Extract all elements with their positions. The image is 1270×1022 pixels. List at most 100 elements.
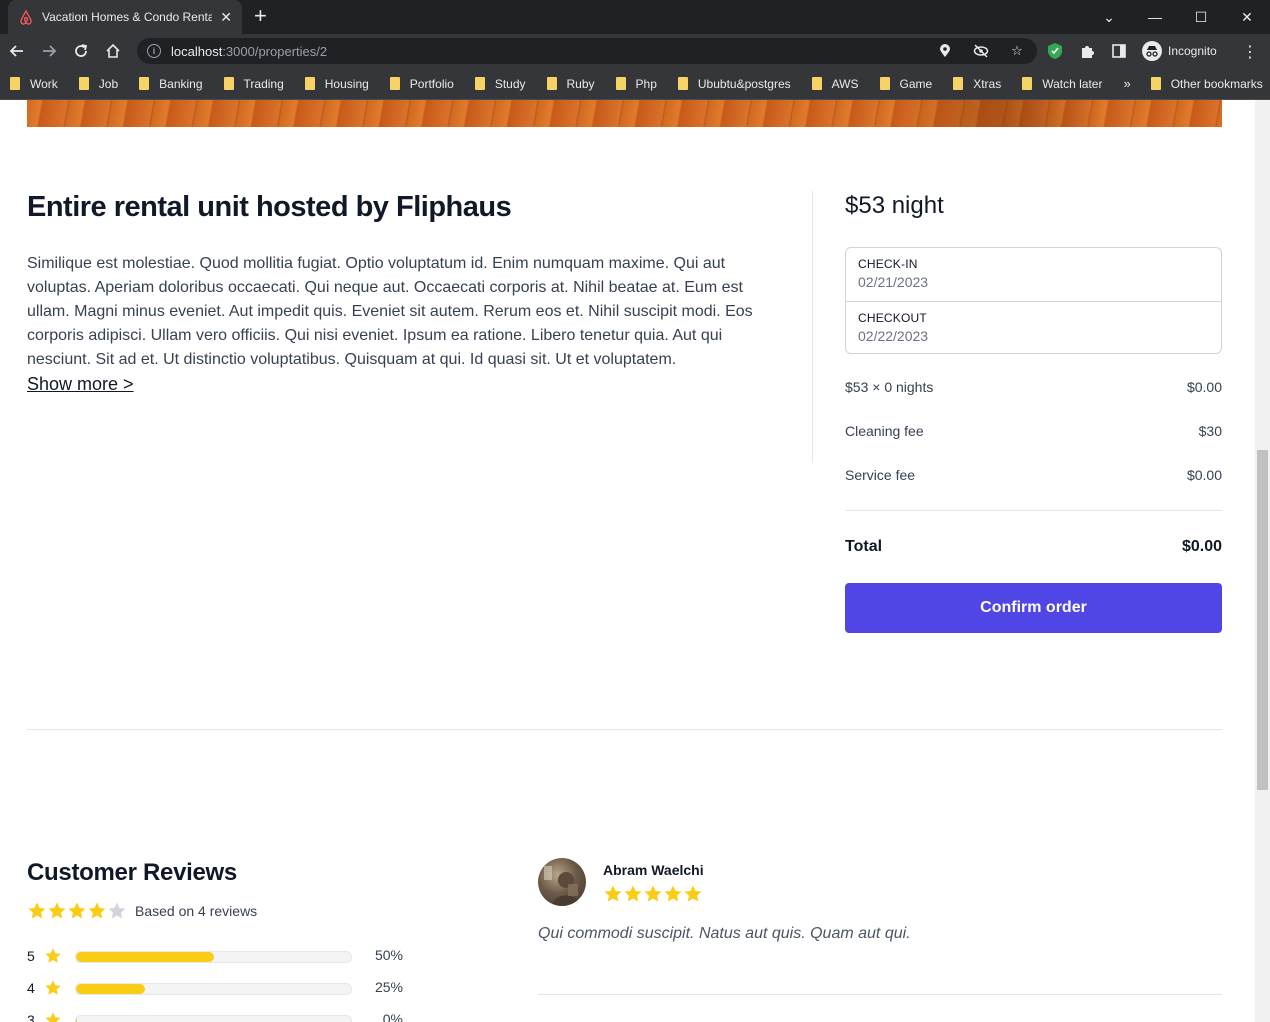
date-picker: CHECK-IN 02/21/2023 CHECKOUT 02/22/2023 [845,247,1222,354]
star-empty-icon [108,902,126,919]
bookmark-item[interactable]: AWS [811,76,859,91]
folder-icon [879,77,890,90]
bookmark-item[interactable]: Xtras [953,77,1001,91]
home-icon[interactable] [102,40,124,62]
star-filled-icon [45,948,61,963]
close-tab-icon[interactable]: ✕ [220,9,232,26]
rating-bar-fill [76,1016,78,1022]
reload-icon[interactable] [70,40,92,62]
bookmark-item[interactable]: Game [879,77,932,91]
bookmark-item[interactable]: Study [474,76,526,91]
bookmark-item[interactable]: Ruby [546,76,595,91]
checkout-field[interactable]: CHECKOUT 02/22/2023 [846,301,1221,354]
star-filled-icon [45,980,61,995]
price-per-night: $53 night [845,192,944,219]
star-filled-icon [644,885,662,902]
rating-row: 4 25% [27,978,407,998]
avatar [538,858,586,906]
bookmark-label: Study [494,76,526,91]
bookmark-item[interactable]: Banking [139,76,203,91]
checkin-field[interactable]: CHECK-IN 02/21/2023 [846,248,1221,301]
other-bookmarks-folder[interactable]: Other bookmarks [1150,77,1263,91]
scrollbar-thumb[interactable] [1257,450,1268,790]
folder-icon [78,77,89,90]
bookmark-label: Ruby [566,76,595,91]
folder-icon [223,77,234,90]
maximize-icon[interactable]: ☐ [1178,0,1224,34]
star-filled-icon [664,885,682,902]
show-more-link[interactable]: Show more > [27,374,134,395]
fee-label: Cleaning fee [845,423,924,439]
side-panel-icon[interactable] [1110,42,1128,60]
bookmark-star-icon[interactable]: ☆ [1009,43,1025,59]
extensions-area: Incognito [1046,41,1217,61]
star-filled-icon [45,1012,61,1022]
bookmark-item[interactable]: Ububtu&postgres [677,76,791,91]
rating-bar-fill [76,984,145,994]
bookmark-item[interactable]: Php [615,77,657,91]
folder-icon [10,77,20,90]
fee-label: $53 × 0 nights [845,379,934,395]
folder-icon [389,77,400,90]
bookmark-label: Job [98,76,119,91]
back-icon[interactable] [6,40,28,62]
browser-menu-icon[interactable]: ⋮ [1242,42,1258,62]
star-filled-icon [684,885,702,902]
confirm-order-button[interactable]: Confirm order [845,583,1222,633]
address-bar[interactable]: i localhost:3000/properties/2 ☆ [137,38,1037,64]
minimize-icon[interactable]: — [1132,0,1178,34]
reviews-title: Customer Reviews [27,859,237,886]
folder-icon [546,77,557,90]
rating-percent: 25% [374,979,403,995]
fee-value: $30 [1198,423,1222,439]
review-stars [603,884,703,904]
bookmark-label: Watch later [1042,76,1103,91]
bookmark-item[interactable]: Portfolio [389,76,454,91]
bookmark-item[interactable]: Watch later [1022,77,1102,91]
forward-icon[interactable] [38,40,60,62]
rating-stars-value: 4 [27,980,35,996]
rating-row: 3 0% [27,1010,407,1022]
bookmarks-overflow-button[interactable]: » [1123,76,1130,91]
bookmark-label: Xtras [973,76,1002,91]
rating-bar [75,1015,352,1022]
rating-stars-value: 5 [27,948,35,964]
folder-icon [1150,77,1161,90]
bookmark-item[interactable]: Housing [304,77,369,91]
folder-icon [474,77,485,90]
bookmark-label: Portfolio [409,76,454,91]
bookmark-label: AWS [831,76,859,91]
bookmark-item[interactable]: Trading [223,77,284,91]
bookmarks-bar: Work Job Banking Trading Housing Portfolio Stu… [0,68,1270,100]
new-tab-button[interactable]: + [254,4,267,28]
fee-row-nights: $53 × 0 nights $0.00 [845,379,1222,395]
total-row: Total $0.00 [845,538,1222,556]
airbnb-logo-icon [18,9,34,25]
total-value: $0.00 [1181,538,1222,555]
average-rating: Based on 4 reviews [27,901,257,921]
bookmark-label: Banking [159,76,203,91]
location-pin-icon[interactable] [937,43,953,59]
bookmark-item[interactable]: Work [10,77,58,91]
puzzle-icon[interactable] [1078,42,1096,60]
browser-tab[interactable]: Vacation Homes & Condo Rentals ✕ [8,0,242,34]
total-label: Total [845,538,883,555]
browser-toolbar: i localhost:3000/properties/2 ☆ Incognit… [0,34,1270,68]
bookmark-item[interactable]: Job [78,76,119,91]
eye-off-icon[interactable] [973,43,989,59]
bookmark-label: Ububtu&postgres [697,76,791,91]
page-scrollbar[interactable] [1255,100,1270,1022]
property-description: Similique est molestiae. Quod mollitia f… [27,255,753,368]
star-filled-icon [68,902,86,919]
site-info-icon[interactable]: i [147,44,161,58]
star-filled-icon [88,902,106,919]
incognito-indicator[interactable]: Incognito [1142,41,1217,61]
shield-extension-icon[interactable] [1046,42,1064,60]
star-filled-icon [624,885,642,902]
rating-stars-value: 3 [27,1012,35,1022]
tab-search-icon[interactable]: ⌄ [1086,0,1132,34]
close-window-icon[interactable]: ✕ [1224,0,1270,34]
checkout-label: CHECKOUT [858,311,927,325]
average-stars [27,901,127,921]
incognito-icon [1142,41,1162,61]
